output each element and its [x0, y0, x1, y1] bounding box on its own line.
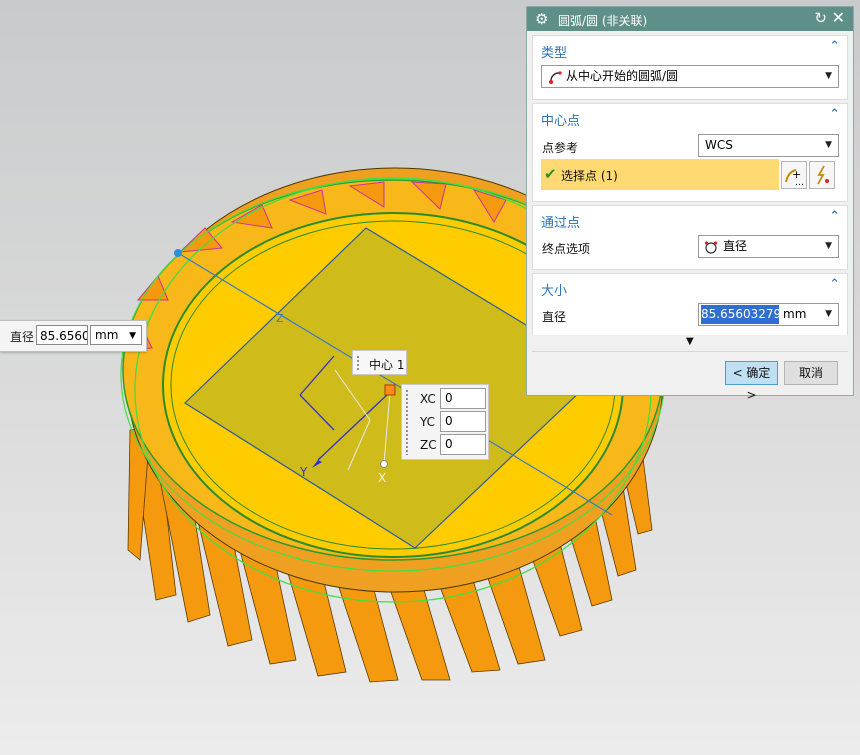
x-axis-label: X — [378, 471, 386, 485]
diameter-label: 直径 — [542, 310, 567, 324]
coordinate-popup: XC 0 YC 0 ZC 0 — [401, 384, 489, 460]
dropdown-caret-icon: ▼ — [825, 140, 832, 150]
diameter-unit: mm — [783, 307, 807, 321]
arc-circle-dialog: ⚙ 圆弧/圆 (非关联) ↻ ✕ 类型 ⌃ 从中心开始的圆弧/圆 ▼ 中心点 ⌃… — [526, 6, 854, 402]
type-value: 从中心开始的圆弧/圆 — [566, 69, 679, 83]
select-point-label: 选择点 (1) — [561, 169, 618, 183]
inferred-point-button[interactable] — [809, 161, 835, 189]
floating-diameter-label: 直径 — [10, 330, 35, 344]
point-ref-label: 点参考 — [542, 141, 579, 155]
reset-icon[interactable]: ↻ — [814, 9, 827, 27]
section-header-type[interactable]: 类型 — [541, 42, 567, 61]
section-header-through[interactable]: 通过点 — [541, 212, 580, 231]
dropdown-caret-icon: ▼ — [825, 71, 832, 81]
point-ref-value: WCS — [705, 138, 733, 152]
dialog-titlebar[interactable]: ⚙ 圆弧/圆 (非关联) ↻ ✕ — [527, 7, 853, 31]
z-axis-label: Z — [276, 312, 284, 325]
coord-label: ZC — [420, 438, 437, 452]
collapse-icon[interactable]: ⌃ — [829, 39, 840, 54]
endpoint-option-label: 终点选项 — [542, 242, 591, 256]
floating-diameter-field[interactable]: 85.65603 — [36, 325, 88, 345]
coord-row-yc: YC 0 — [420, 411, 488, 433]
cancel-button[interactable]: 取消 — [784, 361, 838, 385]
floating-unit-select[interactable]: mm ▼ — [90, 325, 142, 345]
dropdown-caret-icon: ▼ — [825, 241, 832, 251]
collapse-icon[interactable]: ⌃ — [829, 209, 840, 224]
coord-label: XC — [420, 392, 436, 406]
y-axis-label: Y — [299, 465, 308, 479]
endpoint-option-value: 直径 — [723, 239, 748, 253]
center-point-label: 中心 1 — [369, 358, 405, 372]
dropdown-caret-icon: ▼ — [129, 331, 136, 341]
collapse-icon[interactable]: ⌃ — [829, 277, 840, 292]
coord-label: YC — [420, 415, 436, 429]
close-icon[interactable]: ✕ — [832, 8, 845, 27]
type-section: 类型 ⌃ 从中心开始的圆弧/圆 ▼ — [532, 35, 848, 100]
drag-grip-icon[interactable] — [356, 355, 360, 371]
point-ref-select[interactable]: WCS ▼ — [698, 134, 839, 157]
dropdown-caret-icon: ▼ — [825, 309, 832, 319]
point-dialog-icon: + … — [785, 168, 804, 188]
gear-icon[interactable]: ⚙ — [535, 10, 548, 28]
type-select[interactable]: 从中心开始的圆弧/圆 ▼ — [541, 65, 839, 88]
ok-button[interactable]: < 确定 > — [725, 361, 778, 402]
floating-diameter-input: 直径 85.65603 mm ▼ — [0, 320, 147, 352]
yc-input[interactable]: 0 — [440, 411, 486, 432]
checkmark-icon: ✔ — [544, 165, 557, 183]
size-section: 大小 ⌃ 直径 85.656032790 mm ▼ — [532, 273, 848, 337]
drag-grip-icon[interactable] — [405, 389, 409, 455]
coord-row-xc: XC 0 — [420, 388, 488, 410]
point-dialog-button[interactable]: + … — [781, 161, 807, 189]
endpoint-option-icon — [704, 241, 718, 254]
collapse-icon[interactable]: ⌃ — [829, 107, 840, 122]
endpoint-option-select[interactable]: 直径 ▼ — [698, 235, 839, 258]
section-header-size[interactable]: 大小 — [541, 280, 567, 299]
arc-type-icon — [549, 71, 562, 84]
zc-input[interactable]: 0 — [440, 434, 486, 455]
section-header-center[interactable]: 中心点 — [541, 110, 580, 129]
through-point-section: 通过点 ⌃ 终点选项 直径 ▼ — [532, 205, 848, 270]
expand-icon: ▼ — [686, 336, 694, 347]
dialog-title: 圆弧/圆 (非关联) — [558, 14, 648, 28]
diameter-input[interactable]: 85.656032790 mm ▼ — [698, 303, 839, 326]
center-section: 中心点 ⌃ 点参考 WCS ▼ ✔ 选择点 (1) + … — [532, 103, 848, 202]
floating-unit-value: mm — [95, 328, 119, 342]
diameter-value[interactable]: 85.656032790 — [701, 305, 779, 324]
inferred-point-icon — [817, 165, 829, 185]
coord-row-zc: ZC 0 — [420, 434, 488, 456]
center-point-tag[interactable]: 中心 1 — [352, 350, 407, 375]
select-point-row[interactable]: ✔ 选择点 (1) — [541, 159, 779, 190]
xc-input[interactable]: 0 — [440, 388, 486, 409]
more-options-expander[interactable]: ▼ — [532, 335, 848, 352]
svg-text:…: … — [795, 178, 804, 188]
